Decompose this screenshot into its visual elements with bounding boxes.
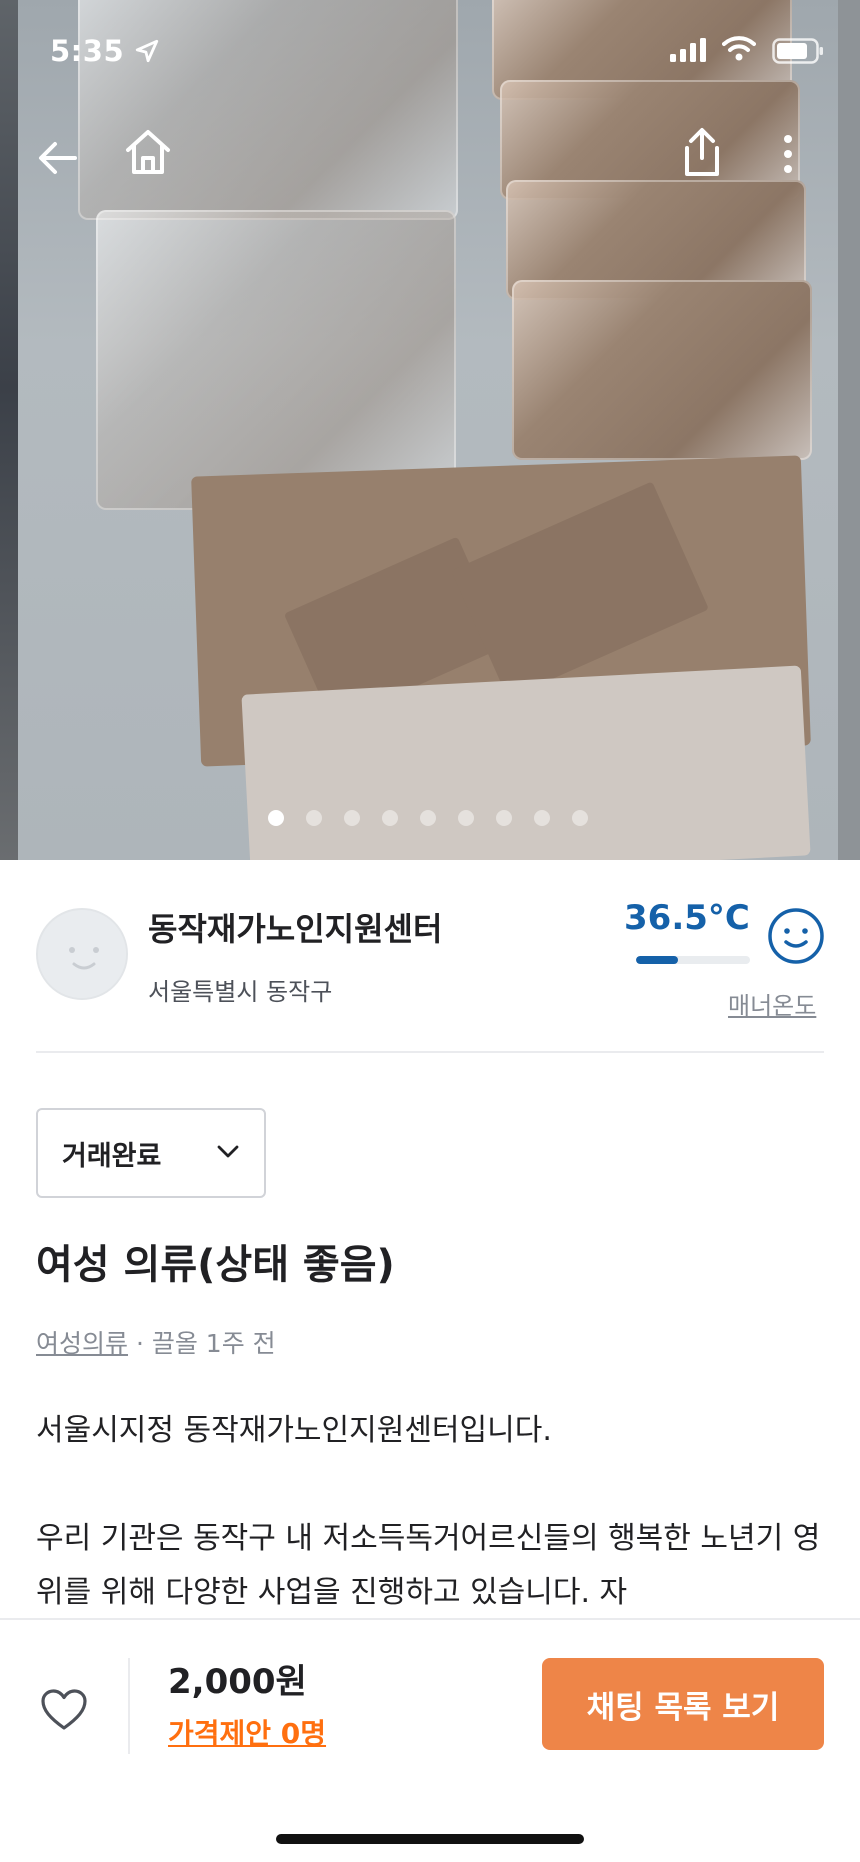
photo-bagged-shirt bbox=[96, 210, 456, 510]
photo-loose-shirt bbox=[241, 665, 811, 860]
trade-status-dropdown[interactable]: 거래완료 bbox=[36, 1108, 266, 1198]
smiley-face-icon bbox=[768, 908, 824, 964]
heart-icon bbox=[41, 1689, 87, 1730]
photo-background bbox=[838, 0, 860, 860]
pagination-dot[interactable] bbox=[420, 810, 436, 826]
divider bbox=[36, 1051, 824, 1053]
pagination-dot[interactable] bbox=[268, 810, 284, 826]
photo-bagged-shirt bbox=[512, 280, 812, 460]
back-button[interactable] bbox=[28, 128, 88, 188]
cellular-signal-icon bbox=[670, 38, 706, 62]
photo-background bbox=[0, 0, 18, 860]
chevron-down-icon bbox=[217, 1145, 239, 1158]
home-icon bbox=[126, 130, 170, 174]
default-avatar-icon bbox=[38, 910, 126, 998]
pagination-dot[interactable] bbox=[382, 810, 398, 826]
home-indicator bbox=[276, 1834, 584, 1844]
description-paragraph: 우리 기관은 동작구 내 저소득독거어르신들의 행복한 노년기 영위를 위해 다… bbox=[36, 1521, 821, 1610]
more-button[interactable] bbox=[768, 124, 808, 184]
like-button[interactable] bbox=[34, 1680, 94, 1740]
chat-list-button[interactable]: 채팅 목록 보기 bbox=[542, 1658, 824, 1750]
price: 2,000원 bbox=[168, 1662, 307, 1702]
status-bar: 5:35 bbox=[0, 0, 860, 104]
battery-icon bbox=[772, 38, 823, 64]
temperature-bar bbox=[636, 956, 750, 964]
divider bbox=[128, 1658, 130, 1754]
more-vertical-icon bbox=[784, 135, 792, 173]
avatar[interactable] bbox=[36, 908, 128, 1000]
bump-time: · 끌올 1주 전 bbox=[128, 1329, 276, 1358]
wifi-icon bbox=[722, 36, 756, 61]
pagination-dot[interactable] bbox=[496, 810, 512, 826]
seller-name[interactable]: 동작재가노인지원센터 bbox=[148, 904, 442, 950]
pagination-dot[interactable] bbox=[344, 810, 360, 826]
description-paragraph: 서울시지정 동작재가노인지원센터입니다. bbox=[36, 1413, 552, 1448]
temperature-bar-fill bbox=[636, 956, 678, 964]
category-link[interactable]: 여성의류 bbox=[36, 1329, 128, 1358]
location-arrow-icon bbox=[135, 39, 159, 63]
pagination-dot[interactable] bbox=[306, 810, 322, 826]
manner-temperature: 36.5°C bbox=[624, 898, 750, 938]
pagination-dot[interactable] bbox=[458, 810, 474, 826]
photo-pagination[interactable] bbox=[268, 810, 588, 826]
price-offer-link[interactable]: 가격제안 0명 bbox=[168, 1712, 326, 1752]
home-button[interactable] bbox=[118, 122, 178, 182]
seller-profile[interactable]: 동작재가노인지원센터 서울특별시 동작구 36.5°C 매너온도 bbox=[0, 860, 860, 1052]
listing-description: 서울시지정 동작재가노인지원센터입니다. 우리 기관은 동작구 내 저소득독거어… bbox=[36, 1404, 836, 1620]
pagination-dot[interactable] bbox=[534, 810, 550, 826]
trade-status-value: 거래완료 bbox=[62, 1140, 162, 1172]
listing-title: 여성 의류(상태 좋음) bbox=[36, 1242, 395, 1288]
share-button[interactable] bbox=[672, 122, 732, 182]
back-arrow-icon bbox=[39, 142, 77, 174]
status-time: 5:35 bbox=[50, 34, 125, 68]
listing-meta: 여성의류 · 끌올 1주 전 bbox=[36, 1324, 276, 1360]
manner-temperature-link[interactable]: 매너온도 bbox=[728, 986, 816, 1021]
seller-region: 서울특별시 동작구 bbox=[148, 978, 333, 1006]
pagination-dot[interactable] bbox=[572, 810, 588, 826]
share-icon bbox=[685, 128, 719, 176]
bottom-action-bar: 2,000원 가격제안 0명 채팅 목록 보기 bbox=[0, 1618, 860, 1862]
